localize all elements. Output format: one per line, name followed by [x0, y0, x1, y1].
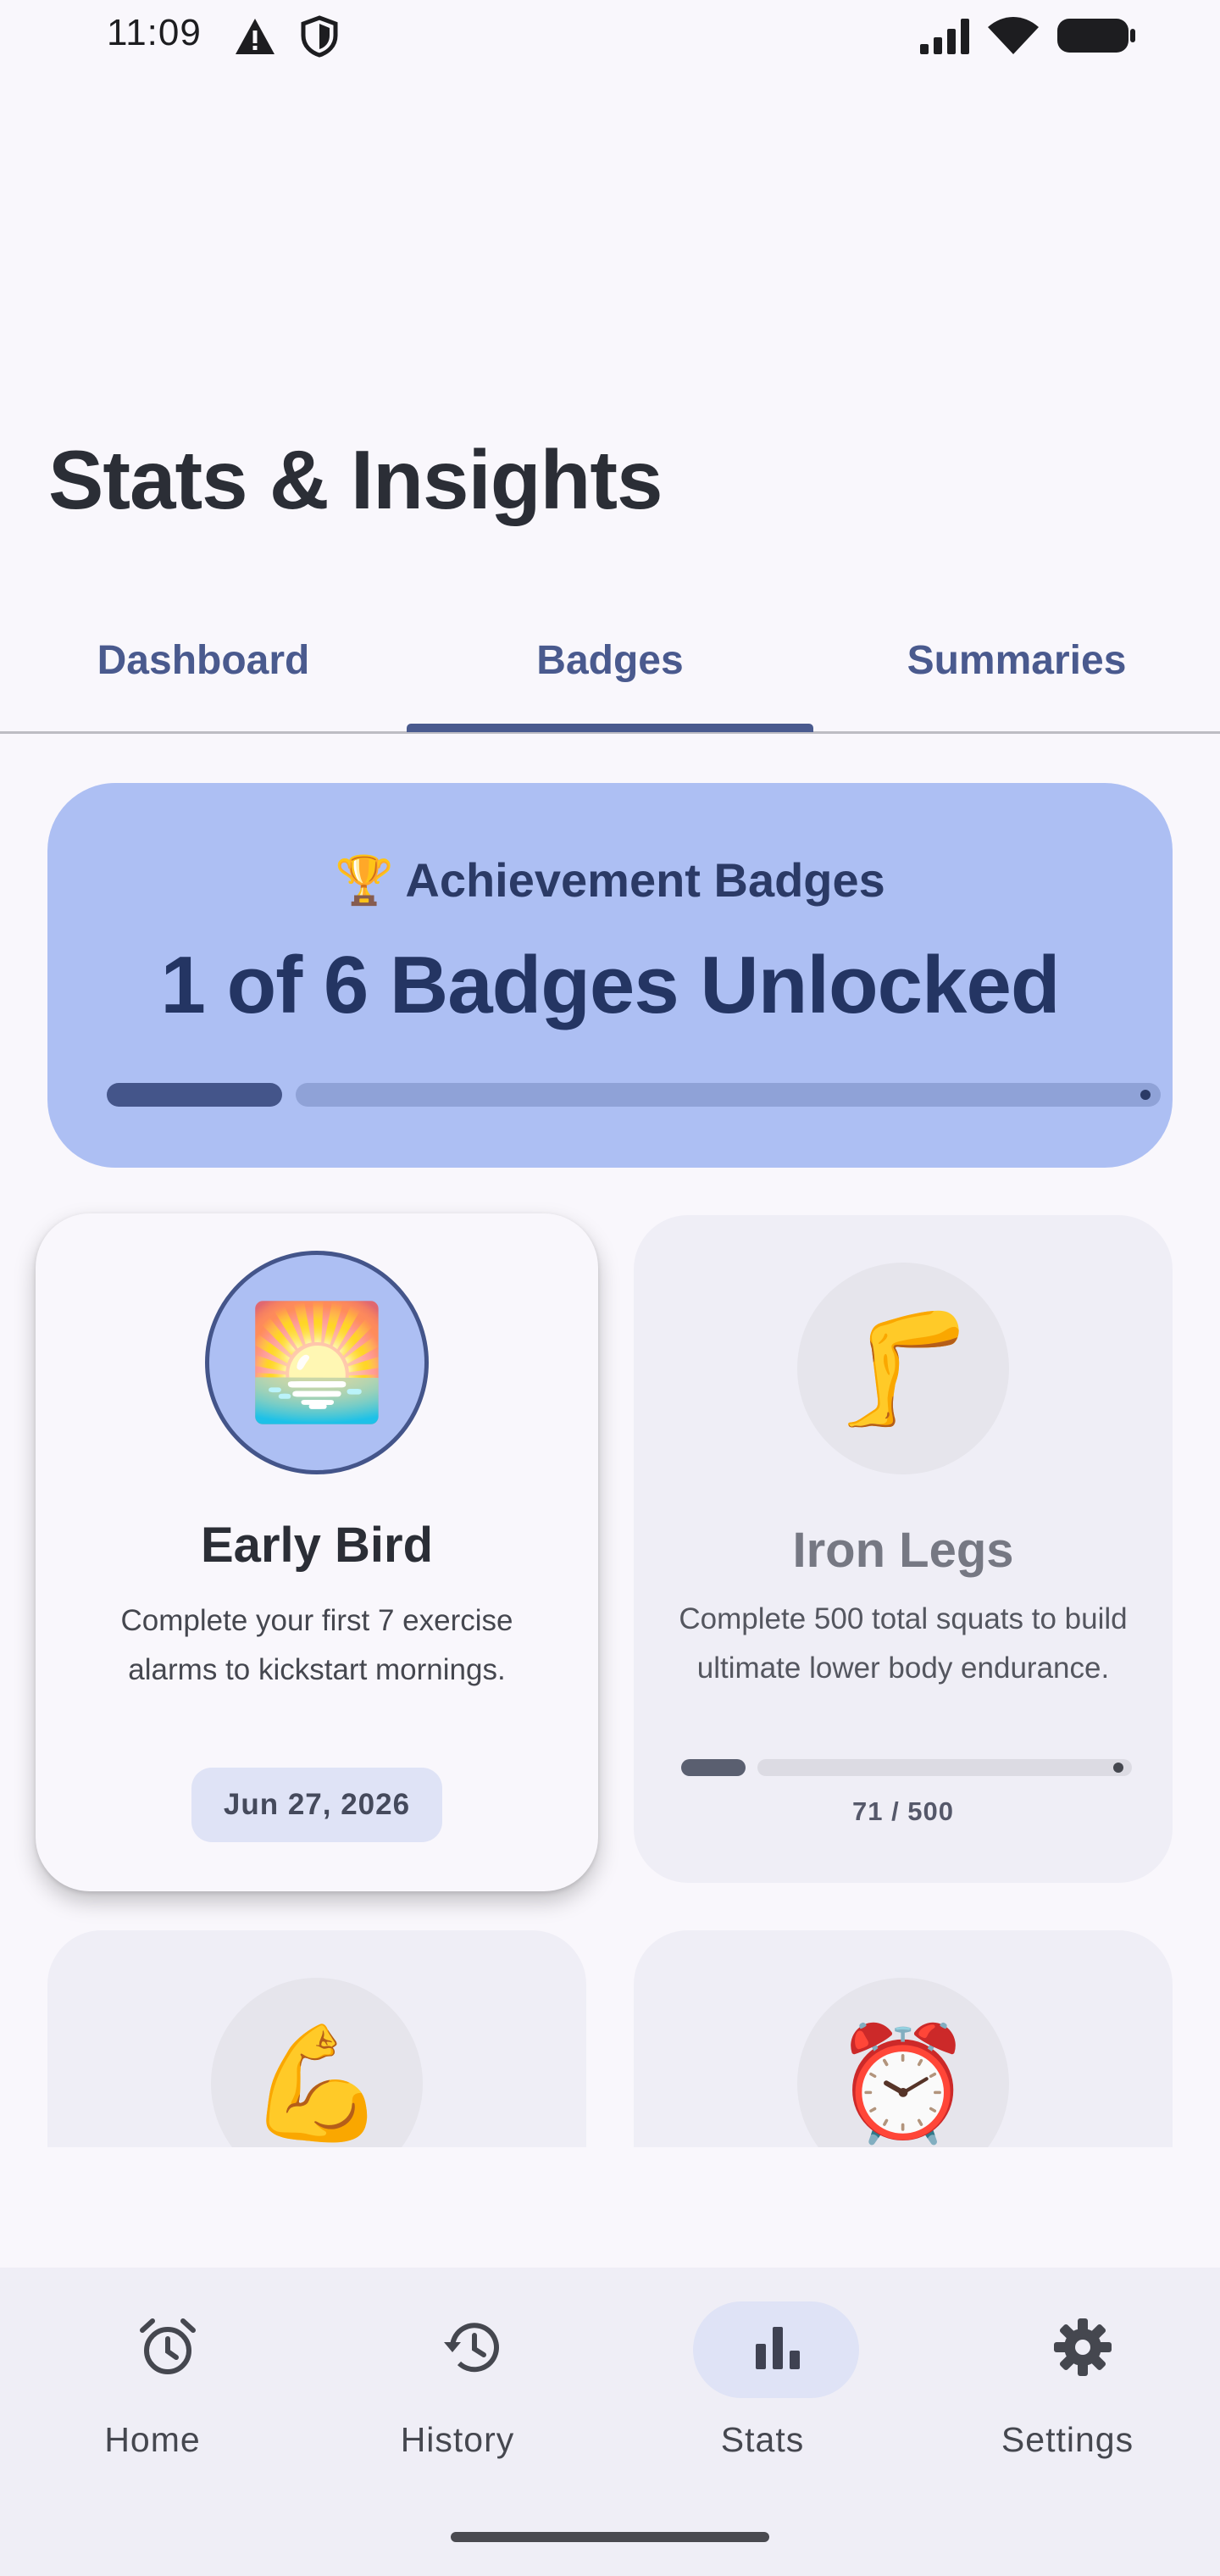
nav-label: Home — [104, 2420, 201, 2459]
badge-name: Early Bird — [201, 1518, 433, 1573]
nav-label: Settings — [1001, 2420, 1134, 2459]
nav-item-history[interactable]: History — [305, 2301, 610, 2471]
achievement-summary-card: 🏆 Achievement Badges 1 of 6 Badges Unloc… — [47, 783, 1173, 1168]
leg-icon: 🦵 — [833, 1306, 973, 1430]
nav-label: Stats — [720, 2420, 805, 2459]
badge-card-alarm[interactable]: ⏰ — [634, 1930, 1173, 2147]
status-bar: 11:09 — [0, 0, 1220, 76]
tab-dashboard[interactable]: Dashboard — [0, 637, 407, 684]
nav-item-home[interactable]: Home — [0, 2301, 305, 2471]
summary-heading: 🏆 Achievement Badges — [335, 853, 885, 907]
badge-icon-circle: ⏰ — [797, 1978, 1009, 2147]
badge-description: Complete 500 total squats to build ultim… — [679, 1602, 1128, 1685]
badge-name: Iron Legs — [792, 1523, 1014, 1578]
shield-icon — [301, 15, 338, 58]
alarm-clock-emoji-icon: ⏰ — [833, 2021, 973, 2146]
badges-unlocked-count: 1 of 6 Badges Unlocked — [160, 940, 1061, 1030]
bar-chart-icon — [756, 2327, 800, 2369]
badge-icon-circle: 💪 — [211, 1978, 423, 2147]
badge-progress-bar — [681, 1759, 1132, 1776]
badge-icon-circle: 🌅 — [205, 1251, 429, 1474]
warning-icon — [236, 19, 274, 54]
home-indicator-bar[interactable] — [451, 2532, 769, 2542]
nav-label: History — [400, 2420, 515, 2459]
badge-card-early-bird[interactable]: 🌅 Early Bird Complete your first 7 exerc… — [36, 1213, 598, 1891]
nav-item-stats[interactable]: Stats — [610, 2301, 915, 2471]
page-title: Stats & Insights — [48, 433, 663, 526]
badge-progress-text: 71 / 500 — [851, 1796, 955, 1826]
signal-icon — [920, 19, 969, 54]
sunrise-icon: 🌅 — [247, 1300, 387, 1424]
wifi-icon — [988, 17, 1039, 54]
history-icon — [444, 2323, 499, 2373]
badge-description: Complete your first 7 exercise alarms to… — [120, 1604, 513, 1686]
status-time: 11:09 — [107, 12, 202, 53]
tab-summaries[interactable]: Summaries — [813, 637, 1220, 684]
bottom-navigation: Home History Stats Settings — [0, 2268, 1220, 2576]
tab-bar: Dashboard Badges Summaries — [0, 610, 1220, 734]
badge-unlock-date: Jun 27, 2026 — [191, 1768, 442, 1842]
badge-card-iron-legs[interactable]: 🦵 Iron Legs Complete 500 total squats to… — [634, 1215, 1173, 1883]
badges-progress-bar — [107, 1083, 1161, 1107]
tab-indicator — [407, 724, 813, 732]
stats-screen: 11:09 Stats & Insights Dashboard Badges — [0, 0, 1220, 2576]
nav-item-settings[interactable]: Settings — [915, 2301, 1220, 2471]
badge-card-strength[interactable]: 💪 — [47, 1930, 586, 2147]
badge-icon-circle: 🦵 — [797, 1263, 1009, 1474]
battery-icon — [1057, 19, 1135, 53]
alarm-clock-icon — [140, 2318, 196, 2374]
tab-badges[interactable]: Badges — [407, 637, 813, 684]
gear-icon — [1054, 2318, 1112, 2376]
flexed-biceps-icon: 💪 — [247, 2021, 387, 2146]
